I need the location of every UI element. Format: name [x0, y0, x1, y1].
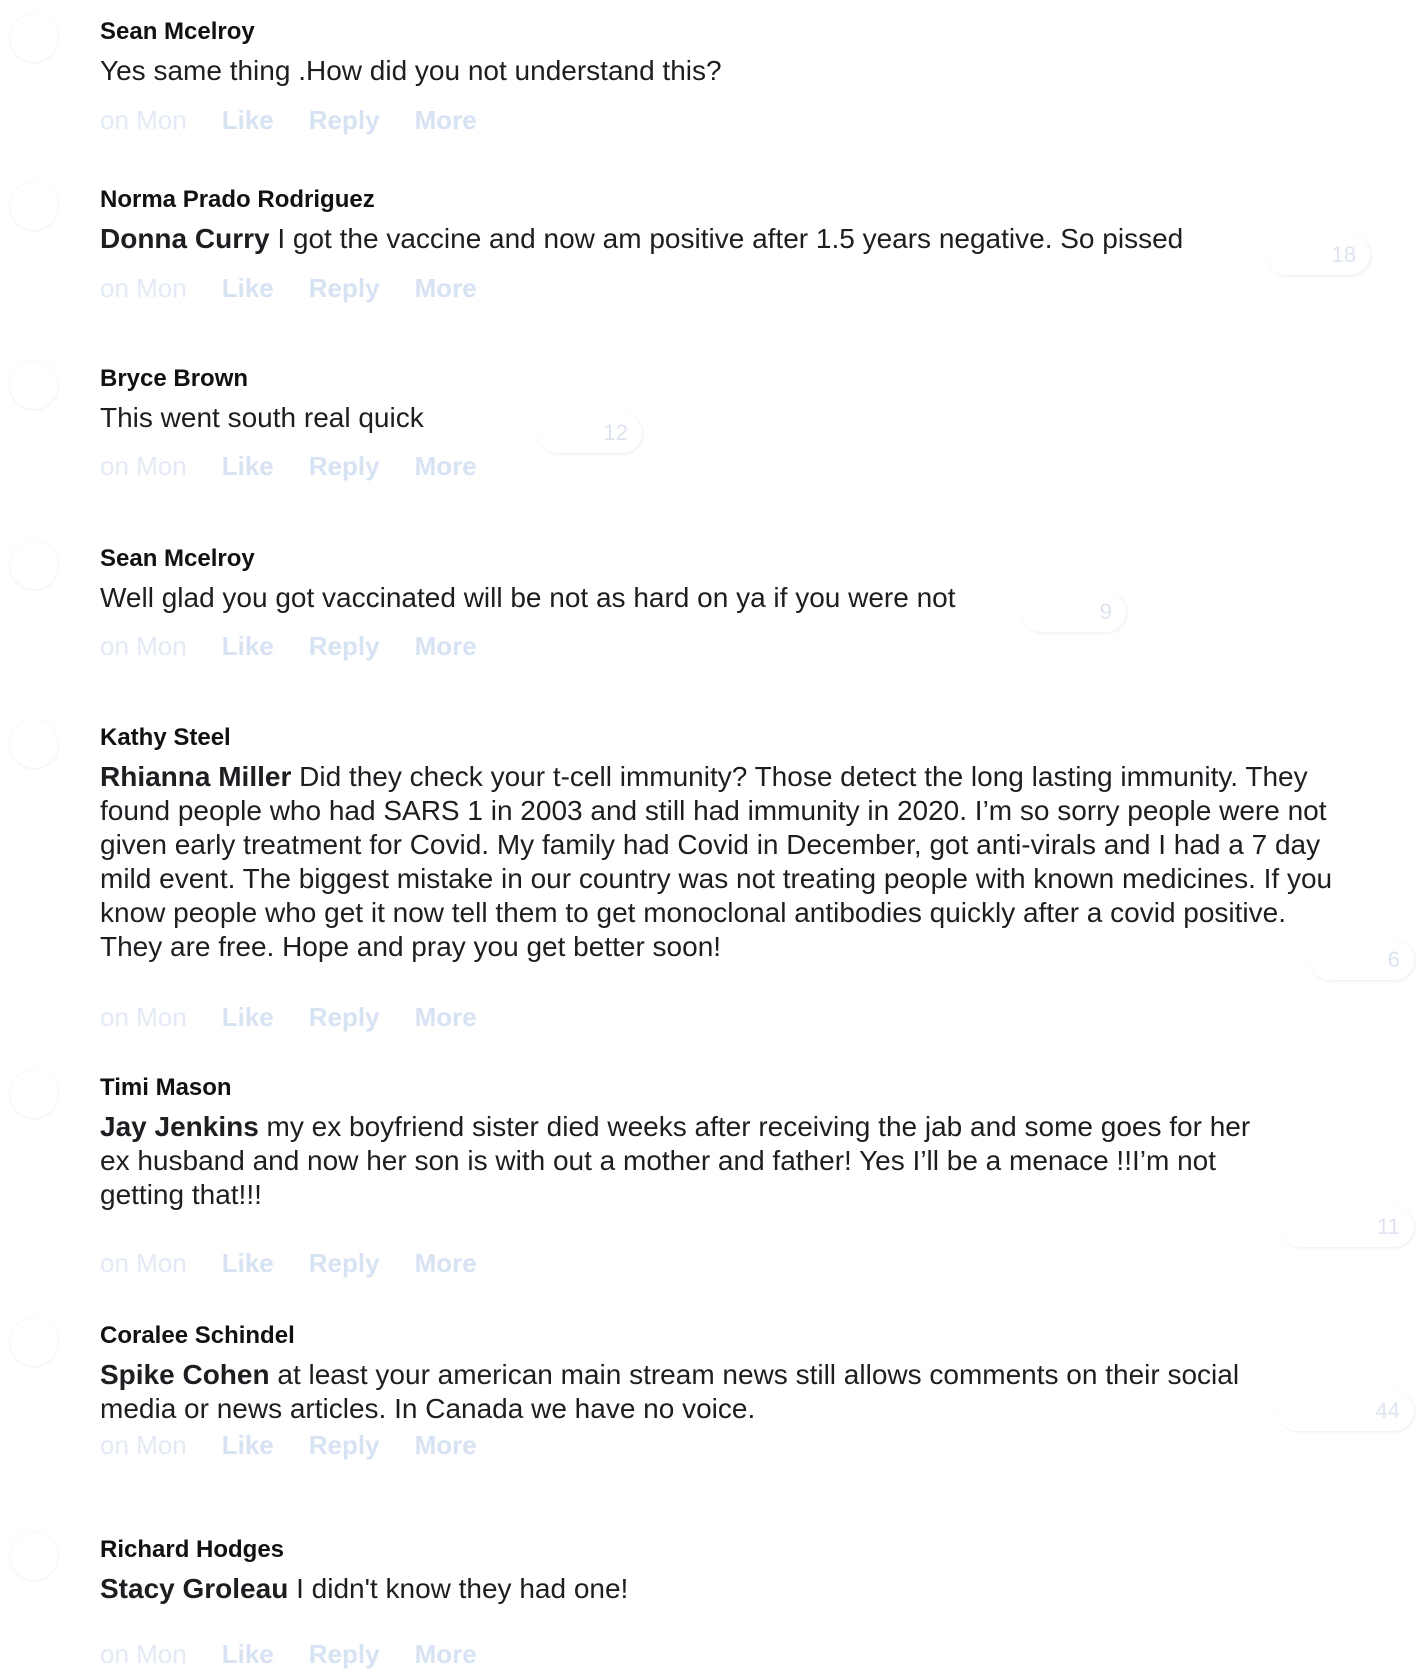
comment: Bryce Brown This went south real quick 1…: [0, 361, 1421, 501]
comment-actions: on Mon Like Reply More: [100, 631, 512, 661]
reply-button[interactable]: Reply: [309, 105, 380, 135]
comment-mention[interactable]: Jay Jenkins: [100, 1111, 259, 1142]
comment-text: my ex boyfriend sister died weeks after …: [100, 1111, 1251, 1210]
comment-body: Jay Jenkins my ex boyfriend sister died …: [100, 1110, 1280, 1212]
comment-author[interactable]: Coralee Schindel: [100, 1322, 295, 1350]
comment-timestamp[interactable]: on Mon: [100, 1248, 187, 1278]
comment: Kathy Steel Rhianna Miller Did they chec…: [0, 720, 1421, 1040]
comment-actions: on Mon Like Reply More: [100, 105, 512, 135]
more-button[interactable]: More: [415, 105, 477, 135]
like-button[interactable]: Like: [222, 1002, 274, 1032]
comment-timestamp[interactable]: on Mon: [100, 1002, 187, 1032]
more-button[interactable]: More: [415, 631, 477, 661]
avatar[interactable]: [10, 541, 58, 589]
comment-author[interactable]: Timi Mason: [100, 1074, 232, 1102]
comment-mention[interactable]: Stacy Groleau: [100, 1573, 288, 1604]
comment-actions: on Mon Like Reply More: [100, 273, 512, 303]
comment-text: at least your american main stream news …: [100, 1359, 1240, 1424]
like-button[interactable]: Like: [222, 1248, 274, 1278]
comment-actions: on Mon Like Reply More: [100, 451, 512, 481]
more-button[interactable]: More: [415, 451, 477, 481]
comment-timestamp[interactable]: on Mon: [100, 451, 187, 481]
more-button[interactable]: More: [415, 1248, 477, 1278]
avatar[interactable]: [10, 14, 58, 62]
comment-body: Rhianna Miller Did they check your t-cel…: [100, 760, 1350, 964]
like-button[interactable]: Like: [222, 451, 274, 481]
comment-actions: on Mon Like Reply More: [100, 1639, 512, 1669]
comment: Sean Mcelroy Yes same thing .How did you…: [0, 14, 1421, 154]
avatar[interactable]: [10, 182, 58, 230]
comment-mention[interactable]: Donna Curry: [100, 223, 270, 254]
comment-author[interactable]: Kathy Steel: [100, 724, 231, 752]
comment-actions: on Mon Like Reply More: [100, 1430, 512, 1460]
comment-body: Stacy Groleau I didn't know they had one…: [100, 1572, 1250, 1606]
comment-author[interactable]: Bryce Brown: [100, 365, 248, 393]
comment-text: Well glad you got vaccinated will be not…: [100, 582, 956, 613]
comment-text: I didn't know they had one!: [288, 1573, 629, 1604]
reply-button[interactable]: Reply: [309, 451, 380, 481]
comment-actions: on Mon Like Reply More: [100, 1248, 512, 1278]
like-button[interactable]: Like: [222, 273, 274, 303]
avatar[interactable]: [10, 1318, 58, 1366]
comment: Timi Mason Jay Jenkins my ex boyfriend s…: [0, 1070, 1421, 1280]
like-button[interactable]: Like: [222, 631, 274, 661]
more-button[interactable]: More: [415, 1639, 477, 1669]
avatar[interactable]: [10, 720, 58, 768]
comment-timestamp[interactable]: on Mon: [100, 631, 187, 661]
more-button[interactable]: More: [415, 1002, 477, 1032]
comment-text: Yes same thing .How did you not understa…: [100, 55, 722, 86]
comment-actions: on Mon Like Reply More: [100, 1002, 512, 1032]
comment-author[interactable]: Norma Prado Rodriguez: [100, 186, 375, 214]
like-button[interactable]: Like: [222, 1430, 274, 1460]
comment-text: I got the vaccine and now am positive af…: [269, 223, 1184, 254]
comment: Richard Hodges Stacy Groleau I didn't kn…: [0, 1532, 1421, 1670]
avatar[interactable]: [10, 1070, 58, 1118]
reaction-count[interactable]: 44: [1278, 1391, 1414, 1431]
comment-body: Yes same thing .How did you not understa…: [100, 54, 1250, 88]
comment-timestamp[interactable]: on Mon: [100, 1639, 187, 1669]
avatar[interactable]: [10, 361, 58, 409]
comment-timestamp[interactable]: on Mon: [100, 273, 187, 303]
avatar[interactable]: [10, 1532, 58, 1580]
like-button[interactable]: Like: [222, 1639, 274, 1669]
comment-text: This went south real quick: [100, 402, 424, 433]
more-button[interactable]: More: [415, 1430, 477, 1460]
comment: Sean Mcelroy Well glad you got vaccinate…: [0, 541, 1421, 681]
more-button[interactable]: More: [415, 273, 477, 303]
reply-button[interactable]: Reply: [309, 273, 380, 303]
comment-body: Donna Curry I got the vaccine and now am…: [100, 222, 1250, 256]
reaction-count[interactable]: 11: [1280, 1207, 1414, 1247]
comment-author[interactable]: Sean Mcelroy: [100, 545, 255, 573]
comment-timestamp[interactable]: on Mon: [100, 105, 187, 135]
comment-mention[interactable]: Rhianna Miller: [100, 761, 291, 792]
reply-button[interactable]: Reply: [309, 1248, 380, 1278]
reply-button[interactable]: Reply: [309, 1639, 380, 1669]
like-button[interactable]: Like: [222, 105, 274, 135]
comment-author[interactable]: Sean Mcelroy: [100, 18, 255, 46]
reaction-count[interactable]: 18: [1266, 235, 1370, 275]
reaction-count[interactable]: 9: [1022, 592, 1126, 632]
reply-button[interactable]: Reply: [309, 631, 380, 661]
comment: Coralee Schindel Spike Cohen at least yo…: [0, 1318, 1421, 1498]
comment-mention[interactable]: Spike Cohen: [100, 1359, 270, 1390]
comment-author[interactable]: Richard Hodges: [100, 1536, 284, 1564]
comment: Norma Prado Rodriguez Donna Curry I got …: [0, 182, 1421, 322]
reaction-count[interactable]: 12: [538, 413, 642, 453]
comment-body: Spike Cohen at least your american main …: [100, 1358, 1280, 1426]
comment-timestamp[interactable]: on Mon: [100, 1430, 187, 1460]
reply-button[interactable]: Reply: [309, 1430, 380, 1460]
reaction-count[interactable]: 6: [1310, 940, 1414, 980]
comment-body: This went south real quick: [100, 401, 1250, 435]
reply-button[interactable]: Reply: [309, 1002, 380, 1032]
